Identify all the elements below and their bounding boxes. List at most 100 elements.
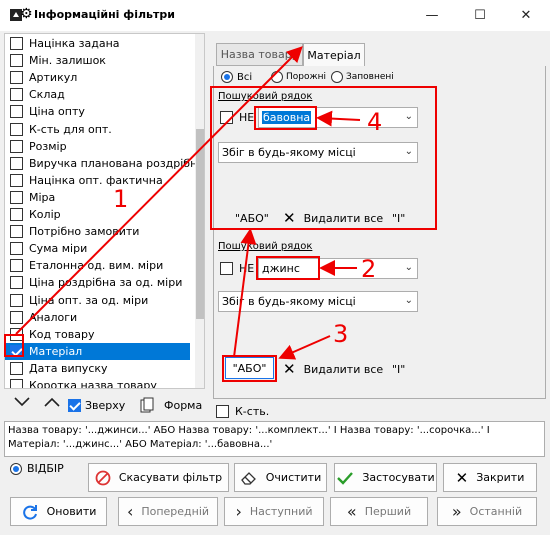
field-list-item[interactable]: Дата випуску (5, 360, 190, 377)
move-down-button[interactable] (14, 397, 30, 410)
maximize-button[interactable]: ☐ (458, 0, 502, 31)
field-checkbox[interactable] (10, 37, 23, 50)
search2-match-select[interactable]: Збіг в будь-якому місці ⌄ (218, 291, 418, 312)
apply-button[interactable]: Застосувати (334, 463, 437, 492)
tab-product-name-label: Назва товару (220, 48, 299, 61)
mode-filled-radio-dot[interactable] (331, 71, 343, 83)
field-label: Мін. залишок (29, 54, 106, 68)
field-list-item[interactable]: Матеріал (5, 342, 190, 360)
selection-mode-radio-dot[interactable] (10, 462, 22, 475)
search2-and-button[interactable]: "І" (392, 363, 405, 376)
field-list-item[interactable]: Ціна роздрібна за од. міри (5, 274, 190, 291)
last-label: Останній (469, 505, 523, 518)
count-label: К-сть. (235, 405, 270, 418)
mode-all-radio[interactable]: Всі (221, 71, 252, 83)
close-icon: ✕ (455, 468, 469, 487)
field-label: Коротка назва товару (29, 379, 157, 389)
field-checkbox[interactable] (10, 310, 23, 324)
search2-not-box[interactable] (220, 262, 233, 275)
cancel-filter-button[interactable]: Скасувати фільтр (88, 463, 229, 492)
field-checkbox[interactable] (10, 71, 23, 85)
prohibited-icon (95, 470, 111, 485)
field-list-item[interactable]: Коротка назва товару (5, 377, 190, 389)
selection-mode-radio[interactable]: ВІДБІР (10, 462, 64, 475)
list-scroll-thumb[interactable] (196, 129, 204, 319)
field-checkbox[interactable] (10, 54, 23, 68)
field-checkbox[interactable] (10, 173, 23, 187)
field-list-item[interactable]: Ціна опт. за од. міри (5, 292, 190, 309)
form-button[interactable]: Форма (140, 397, 202, 413)
field-list-item[interactable]: Розмір (5, 138, 190, 155)
annotation-number-3: 3 (333, 320, 349, 348)
field-checkbox[interactable] (10, 361, 23, 375)
move-up-button[interactable] (44, 397, 60, 410)
field-list[interactable]: Коротка назва товару Дата випуску Матеріал… (4, 33, 205, 389)
field-checkbox[interactable] (10, 122, 23, 136)
field-checkbox[interactable] (10, 88, 23, 102)
field-list-item[interactable]: Склад (5, 86, 190, 103)
last-button[interactable]: » Останній (437, 497, 537, 526)
field-checkbox[interactable] (10, 208, 23, 221)
field-checkbox[interactable] (10, 259, 23, 273)
field-list-item[interactable]: Артикул (5, 69, 190, 86)
field-list-item[interactable]: Потрібно замовити (5, 223, 190, 240)
field-label: Націнка задана (29, 37, 120, 50)
field-list-item[interactable]: Аналоги (5, 309, 190, 326)
minimize-button[interactable]: — (410, 0, 454, 31)
field-checkbox[interactable] (10, 242, 23, 256)
count-checkbox-box[interactable] (216, 405, 229, 418)
mode-filled-label: Заповнені (346, 72, 394, 82)
annotation-box-checkbox (4, 334, 24, 357)
annotation-box-search1 (210, 86, 437, 230)
field-checkbox[interactable] (10, 139, 23, 153)
field-list-item[interactable]: Націнка опт. фактична (5, 172, 190, 189)
tab-material[interactable]: Матеріал (303, 43, 365, 67)
field-list-item[interactable]: Сума міри (5, 240, 190, 257)
mode-empty-radio-dot[interactable] (271, 71, 283, 83)
chevron-up-icon (44, 397, 60, 407)
close-window-button[interactable]: ✕ (504, 0, 548, 31)
field-checkbox[interactable] (10, 276, 23, 290)
double-chevron-left-icon: « (346, 502, 357, 521)
field-checkbox[interactable] (10, 190, 23, 204)
field-list-item[interactable]: Колір (5, 206, 190, 223)
check-icon (337, 471, 354, 485)
annotation-box-search1-value (254, 106, 317, 130)
field-label: Ціна роздрібна за од. міри (29, 276, 183, 290)
count-checkbox[interactable]: К-сть. (216, 405, 269, 418)
search2-label: Пошуковий рядок (218, 241, 313, 252)
mode-empty-radio[interactable]: Порожні (271, 71, 326, 83)
field-label: Дата випуску (29, 361, 108, 375)
field-list-item[interactable]: Еталонна од. вим. міри (5, 257, 190, 274)
top-checkbox[interactable]: Зверху (68, 399, 125, 412)
refresh-label: Оновити (46, 505, 97, 518)
annotation-number-4: 4 (367, 108, 383, 136)
field-list-item[interactable]: Націнка задана (5, 35, 190, 52)
mode-filled-radio[interactable]: Заповнені (331, 71, 394, 83)
field-label: Матеріал (29, 344, 83, 358)
field-checkbox[interactable] (10, 156, 23, 170)
field-checkbox[interactable] (10, 225, 23, 239)
field-checkbox[interactable] (10, 379, 23, 388)
search2-not-checkbox[interactable]: НЕ (220, 262, 254, 275)
field-list-item[interactable]: Міра (5, 189, 190, 206)
mode-all-radio-dot[interactable] (221, 71, 233, 83)
field-list-item[interactable]: К-сть для опт. (5, 121, 190, 138)
field-label: Склад (29, 88, 65, 102)
top-checkbox-box[interactable] (68, 399, 81, 412)
field-checkbox[interactable] (10, 293, 23, 307)
next-button[interactable]: › Наступний (224, 497, 324, 526)
filter-expression-text[interactable]: Назва товару: '...джинси...' АБО Назва т… (4, 421, 545, 457)
tab-product-name[interactable]: Назва товару (216, 43, 303, 66)
clear-button[interactable]: Очистити (234, 463, 327, 492)
field-list-item[interactable]: Код товару (5, 326, 190, 343)
close-button[interactable]: ✕ Закрити (443, 463, 537, 492)
previous-button[interactable]: ‹ Попередній (118, 497, 218, 526)
field-checkbox[interactable] (10, 105, 23, 119)
field-list-item[interactable]: Мін. залишок (5, 52, 190, 69)
first-button[interactable]: « Перший (330, 497, 428, 526)
search2-delete-button[interactable]: ✕ Видалити все (283, 360, 383, 378)
field-list-item[interactable]: Ціна опту (5, 103, 190, 120)
refresh-button[interactable]: Оновити (10, 497, 107, 526)
field-list-item[interactable]: Виручка планована роздрібна з (5, 155, 204, 172)
